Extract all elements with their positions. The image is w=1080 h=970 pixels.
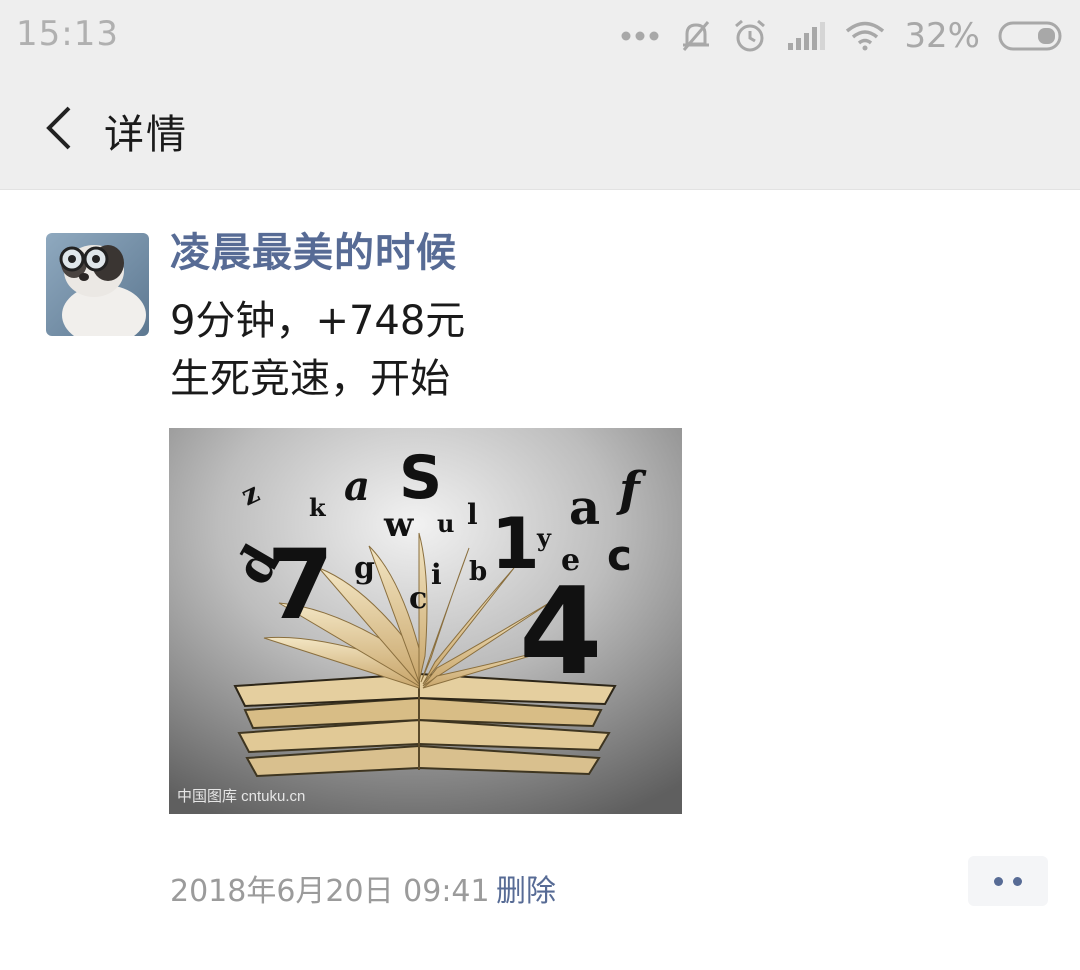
signal-icon [786,21,826,51]
alarm-icon [732,18,768,54]
delete-link[interactable]: 删除 [496,866,556,910]
post-text-line: 生死竞速，开始 [170,356,450,402]
post-image[interactable]: z k a S a f d 7 w u l 1 y e c g i b c 4 … [169,428,682,814]
back-button[interactable] [28,100,88,160]
glyph-4: 4 [519,563,603,702]
more-dot-icon [1013,876,1022,886]
glyph-g: g [354,551,375,586]
glyph-l: l [467,498,478,531]
battery-level: 32% [904,16,980,56]
more-dots-icon [620,30,660,42]
status-bar: 15:13 32% [0,0,1080,72]
image-watermark: 中国图库 cntuku.cn [177,788,306,805]
glyph-a2: a [569,480,600,536]
more-actions-button[interactable] [968,856,1048,906]
author-name[interactable]: 凌晨最美的时候 [170,220,457,278]
more-dot-icon [994,876,1003,886]
glyph-u: u [437,509,454,538]
glyph-b: b [469,557,487,587]
chevron-left-icon [43,105,73,155]
post-text: 9分钟，+748元 生死竞速，开始 [170,292,465,408]
wifi-icon [844,21,886,51]
glyph-c2: c [409,581,427,616]
status-time: 15:13 [16,14,119,54]
glyph-c: c [607,531,632,580]
post-timestamp: 2018年6月20日 09:41 [170,874,490,909]
glyph-7: 7 [267,529,334,641]
glyph-k: k [309,493,327,522]
page-title: 详情 [104,112,188,158]
nav-bar: 详情 [0,72,1080,190]
status-icons: 32% [620,14,1064,58]
battery-icon [998,20,1064,52]
glyph-w: w [383,505,414,545]
glyph-y: y [536,523,552,552]
post-text-line: 9分钟，+748元 [170,298,466,344]
mute-icon [678,18,714,54]
glyph-S: S [399,443,442,513]
avatar[interactable] [46,233,149,336]
glyph-a: a [344,463,370,510]
glyph-i: i [431,558,442,591]
